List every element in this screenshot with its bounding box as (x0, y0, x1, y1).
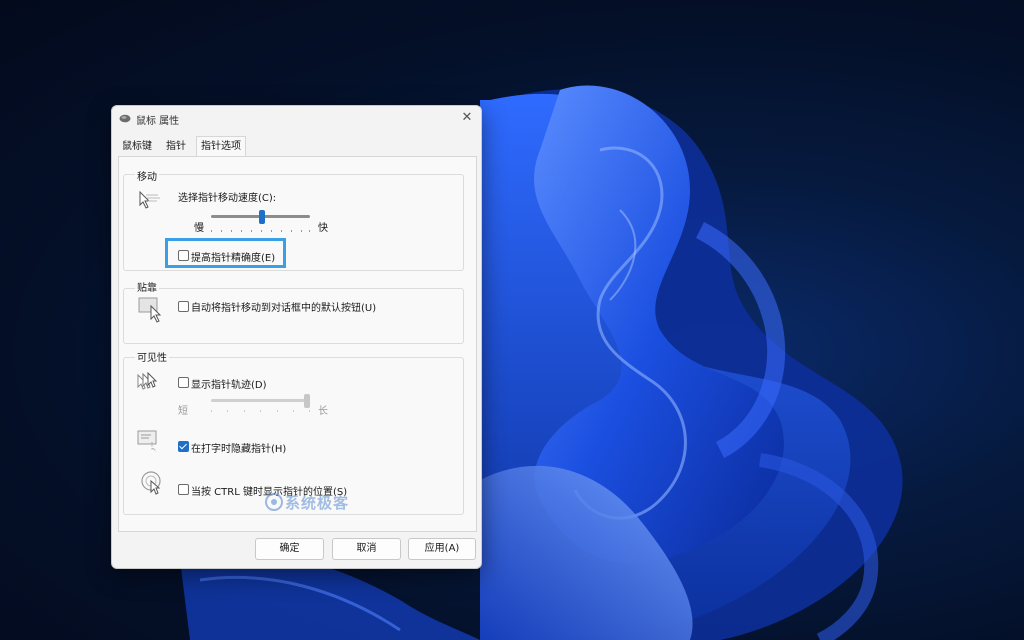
ok-button[interactable]: 确定 (255, 538, 324, 560)
pointer-trails-checkbox[interactable] (178, 377, 189, 388)
pointer-speed-icon (139, 191, 160, 209)
watermark-logo-icon (265, 493, 283, 511)
window-title: 鼠标 属性 (136, 116, 180, 127)
slow-label: 慢 (194, 223, 204, 234)
pointer-trails-label[interactable]: 显示指针轨迹(D) (191, 376, 267, 391)
snap-to-group-title: 贴靠 (135, 279, 159, 294)
snap-to-icon (138, 297, 162, 323)
trails-slider-track[interactable] (211, 399, 310, 402)
snap-to-group (123, 288, 464, 344)
speed-label: 选择指针移动速度(C): (178, 193, 277, 204)
ctrl-locate-icon (141, 471, 161, 495)
mouse-icon (119, 114, 131, 123)
speed-slider-thumb[interactable] (259, 210, 266, 224)
long-label: 长 (318, 406, 328, 417)
tab-pointer-options[interactable]: 指针选项 (196, 136, 246, 156)
short-label: 短 (178, 406, 188, 417)
speed-slider-ticks (211, 230, 310, 233)
snap-to-label[interactable]: 自动将指针移动到对话框中的默认按钮(U) (191, 299, 376, 314)
trails-slider-ticks (211, 410, 310, 413)
watermark-text: 系统极客 (285, 494, 350, 512)
apply-button[interactable]: 应用(A) (408, 538, 476, 560)
tab-buttons[interactable]: 鼠标键 (118, 138, 156, 156)
hide-while-typing-checkbox[interactable] (178, 441, 189, 452)
title-bar[interactable]: 鼠标 属性 ✕ (112, 106, 481, 132)
trails-slider-thumb[interactable] (304, 394, 310, 408)
cancel-button[interactable]: 取消 (332, 538, 401, 560)
snap-to-checkbox[interactable] (178, 301, 189, 312)
fast-label: 快 (318, 223, 328, 234)
pointer-trails-icon (137, 371, 158, 390)
hide-while-typing-label[interactable]: 在打字时隐藏指针(H) (191, 440, 286, 455)
precision-highlight-box (165, 238, 286, 268)
close-button[interactable]: ✕ (457, 109, 477, 127)
ctrl-locate-checkbox[interactable] (178, 484, 189, 495)
hide-while-typing-icon (137, 430, 157, 453)
tab-pointers[interactable]: 指针 (162, 138, 190, 156)
visibility-group-title: 可见性 (135, 349, 169, 364)
motion-group-title: 移动 (135, 168, 159, 183)
